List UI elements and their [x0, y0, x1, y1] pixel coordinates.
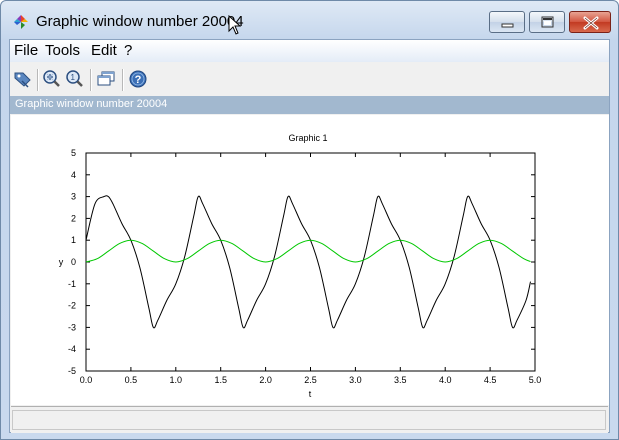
minimize-icon — [501, 23, 514, 28]
maximize-button[interactable] — [529, 11, 565, 33]
menu-tools[interactable]: Tools — [45, 42, 80, 59]
y-axis-label: y — [59, 257, 64, 267]
toolbar-separator — [37, 69, 39, 91]
plot-axes-frame — [85, 152, 536, 372]
close-icon — [583, 16, 599, 30]
y-tick-label: -2 — [68, 301, 76, 311]
plot-canvas[interactable]: Graphic 1 0.0 0.5 1.0 1.5 2.0 2.5 3.0 3.5 4.0 4.5… — [11, 115, 609, 405]
x-tick-label: 0.0 — [80, 375, 93, 385]
help-icon[interactable]: ? — [128, 69, 148, 89]
menu-help[interactable]: ? — [124, 42, 132, 59]
y-tick-label: -4 — [68, 344, 76, 354]
maximize-icon — [541, 16, 554, 28]
x-tick-label: 2.5 — [304, 375, 317, 385]
svg-text:1: 1 — [71, 73, 76, 82]
y-tick-label: 4 — [71, 170, 76, 180]
toolbar-separator — [90, 69, 92, 91]
x-tick-label: 1.0 — [170, 375, 183, 385]
menu-file[interactable]: File — [14, 42, 38, 59]
window-title: Graphic window number 20004 — [36, 13, 244, 30]
minimize-button[interactable] — [489, 11, 525, 33]
status-field — [12, 410, 606, 430]
y-tick-label: 3 — [71, 192, 76, 202]
toolbar: 1 ? — [10, 63, 609, 97]
x-tick-label: 3.0 — [349, 375, 362, 385]
zoom-reset-icon[interactable]: 1 — [65, 69, 85, 89]
y-tick-label: 2 — [71, 213, 76, 223]
plot-svg: Graphic 1 0.0 0.5 1.0 1.5 2.0 2.5 3.0 3.5 4.0 4.5… — [59, 133, 542, 399]
panel-header-title: Graphic window number 20004 — [15, 98, 168, 110]
x-tick-label: 3.5 — [394, 375, 407, 385]
x-tick-label: 2.0 — [259, 375, 272, 385]
y-tick-label: -5 — [68, 366, 76, 376]
y-tick-label: -1 — [68, 279, 76, 289]
datatip-icon[interactable] — [13, 69, 33, 89]
y-tick-label: 1 — [71, 235, 76, 245]
toolbar-separator — [122, 69, 124, 91]
close-button[interactable] — [569, 11, 611, 33]
series-line-0 — [85, 195, 531, 329]
panel-header: Graphic window number 20004 — [10, 96, 609, 114]
rotate-window-icon[interactable] — [96, 69, 116, 89]
x-tick-label: 4.0 — [439, 375, 452, 385]
zoom-in-icon[interactable] — [42, 69, 62, 89]
series-line-1 — [85, 239, 531, 263]
scilab-app-icon[interactable] — [13, 14, 29, 30]
y-tick-label: 5 — [71, 148, 76, 158]
window-client-area: File Tools Edit ? 1 ? Graphic window num… — [9, 39, 610, 433]
x-tick-label: 4.5 — [484, 375, 497, 385]
title-bar[interactable]: Graphic window number 20004 — [1, 1, 618, 39]
menu-bar: File Tools Edit ? — [10, 40, 609, 62]
x-tick-label: 1.5 — [214, 375, 227, 385]
graphic-window: Graphic window number 20004 File Tools E… — [0, 0, 619, 440]
chart-title: Graphic 1 — [288, 133, 327, 143]
x-axis-label: t — [309, 389, 312, 399]
y-tick-label: 0 — [71, 257, 76, 267]
x-tick-label: 0.5 — [125, 375, 138, 385]
mouse-cursor-icon — [228, 15, 241, 35]
status-bar — [11, 406, 608, 433]
svg-text:?: ? — [135, 74, 142, 86]
menu-edit[interactable]: Edit — [91, 42, 117, 59]
y-tick-label: -3 — [68, 322, 76, 332]
x-tick-label: 5.0 — [529, 375, 542, 385]
